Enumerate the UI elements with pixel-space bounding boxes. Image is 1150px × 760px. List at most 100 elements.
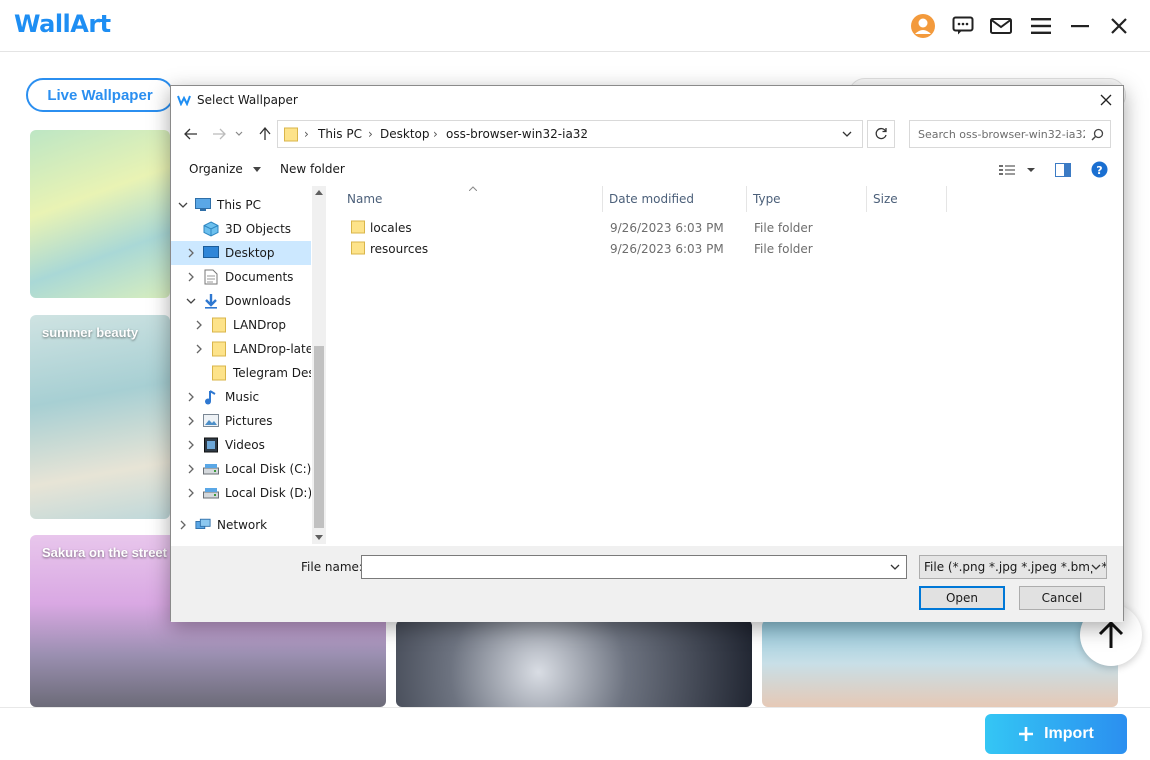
cancel-button[interactable]: Cancel	[1019, 586, 1105, 610]
file-type-select[interactable]: File (*.png *.jpg *.jpeg *.bmp *.	[919, 555, 1107, 579]
chevron-right-icon[interactable]	[185, 415, 197, 427]
file-name-field[interactable]	[361, 555, 907, 579]
tree-item-videos[interactable]: Videos	[171, 433, 311, 457]
chevron-right-icon[interactable]	[185, 487, 197, 499]
breadcrumb-desktop[interactable]: Desktop	[380, 127, 430, 141]
tree-item-documents[interactable]: Documents	[171, 265, 311, 289]
chevron-right-icon[interactable]	[185, 247, 197, 259]
dialog-title-bar: Select Wallpaper	[171, 86, 1123, 114]
chevron-right-icon[interactable]	[177, 519, 189, 531]
svg-text:?: ?	[1096, 164, 1102, 177]
drive-icon	[203, 461, 219, 477]
breadcrumb-this-pc[interactable]: This PC	[318, 127, 362, 141]
up-folder-arrow-icon[interactable]	[255, 124, 275, 144]
refresh-icon[interactable]	[867, 120, 895, 148]
back-arrow-icon[interactable]	[181, 124, 201, 144]
videos-icon	[203, 437, 219, 453]
tree-item-3d-objects[interactable]: 3D Objects	[171, 217, 311, 241]
new-folder-button[interactable]: New folder	[280, 162, 345, 176]
tree-item-downloads[interactable]: Downloads	[171, 289, 311, 313]
file-type: File folder	[754, 221, 813, 235]
feedback-icon[interactable]	[950, 13, 976, 39]
chevron-right-icon[interactable]	[193, 343, 205, 355]
chevron-right-icon[interactable]	[193, 319, 205, 331]
preview-pane-icon[interactable]	[1055, 163, 1071, 180]
file-row[interactable]: locales 9/26/2023 6:03 PM File folder	[329, 217, 1123, 238]
address-bar[interactable]: › This PC › Desktop › oss-browser-win32-…	[277, 120, 863, 148]
forward-arrow-icon[interactable]	[209, 124, 229, 144]
folder-search-box[interactable]	[909, 120, 1111, 148]
card-title: summer beauty	[42, 325, 139, 340]
navigation-tree: This PC 3D Objects Desktop Documents Downloa…	[171, 186, 311, 544]
tree-item-music[interactable]: Music	[171, 385, 311, 409]
tree-item-local-disk-d[interactable]: Local Disk (D:)	[171, 481, 311, 505]
tree-item-label: Documents	[225, 270, 294, 284]
scroll-up-arrow-icon[interactable]	[315, 190, 323, 195]
chevron-down-icon[interactable]	[185, 295, 197, 307]
chevron-down-icon	[252, 167, 261, 172]
breadcrumb-separator-icon: ›	[433, 127, 438, 141]
scroll-down-arrow-icon[interactable]	[315, 535, 323, 540]
tree-item-this-pc[interactable]: This PC	[171, 193, 311, 217]
file-date-modified: 9/26/2023 6:03 PM	[610, 221, 724, 235]
tree-scrollbar-thumb[interactable]	[314, 346, 324, 528]
search-icon	[1091, 128, 1104, 141]
recent-locations-chevron-icon[interactable]	[233, 124, 245, 144]
folder-search-input[interactable]	[910, 121, 1085, 147]
wallpaper-card-summer-beauty[interactable]: summer beauty	[30, 315, 170, 519]
tree-item-landrop[interactable]: LANDrop	[171, 313, 311, 337]
column-header-size[interactable]: Size	[867, 186, 947, 212]
file-row[interactable]: resources 9/26/2023 6:03 PM File folder	[329, 238, 1123, 259]
tree-item-local-disk-c[interactable]: Local Disk (C:)	[171, 457, 311, 481]
tree-scrollbar[interactable]	[312, 186, 326, 544]
tree-item-telegram-deskt[interactable]: Telegram Deskt	[171, 361, 311, 385]
cube-icon	[203, 221, 219, 237]
dialog-footer: File name: File (*.png *.jpg *.jpeg *.bm…	[171, 546, 1123, 622]
file-name-input[interactable]	[362, 556, 882, 578]
view-options-icon[interactable]	[999, 164, 1037, 179]
tree-item-label: Desktop	[225, 246, 275, 260]
dialog-close-icon[interactable]	[1097, 91, 1115, 109]
close-icon[interactable]	[1106, 13, 1132, 39]
app-logo: WallArt	[14, 10, 111, 38]
tree-item-desktop[interactable]: Desktop	[171, 241, 311, 265]
organize-menu[interactable]: Organize	[189, 162, 261, 176]
folder-icon	[351, 241, 365, 258]
chevron-right-icon[interactable]	[185, 463, 197, 475]
minimize-icon[interactable]	[1067, 13, 1093, 39]
column-header-date-modified[interactable]: Date modified	[603, 186, 747, 212]
folder-icon	[351, 220, 365, 237]
user-avatar-icon[interactable]	[910, 13, 936, 39]
breadcrumb-current-folder[interactable]: oss-browser-win32-ia32	[446, 127, 588, 141]
breadcrumb-separator-icon: ›	[368, 127, 373, 141]
plus-icon	[1019, 727, 1034, 741]
chevron-right-icon[interactable]	[185, 439, 197, 451]
column-header-name[interactable]: Name	[329, 186, 603, 212]
folder-icon	[211, 317, 227, 333]
card-title: Sakura on the street	[42, 545, 167, 560]
wallpaper-card-silver-hair[interactable]	[396, 620, 752, 707]
menu-icon[interactable]	[1028, 13, 1054, 39]
navigation-bar: › This PC › Desktop › oss-browser-win32-…	[171, 114, 1123, 154]
tree-item-landrop-lates[interactable]: LANDrop-lates	[171, 337, 311, 361]
import-button[interactable]: Import	[985, 714, 1127, 754]
tree-item-label: Music	[225, 390, 260, 404]
chevron-right-icon[interactable]	[185, 271, 197, 283]
document-icon	[203, 269, 219, 285]
bottom-bar	[0, 707, 1150, 760]
mail-icon[interactable]	[988, 13, 1014, 39]
tree-item-pictures[interactable]: Pictures	[171, 409, 311, 433]
chevron-right-icon[interactable]	[185, 391, 197, 403]
open-button[interactable]: Open	[919, 586, 1005, 610]
column-header-type[interactable]: Type	[747, 186, 867, 212]
chevron-down-icon[interactable]	[177, 199, 189, 211]
help-icon[interactable]: ?	[1091, 161, 1108, 181]
live-wallpaper-tab[interactable]: Live Wallpaper	[26, 78, 174, 112]
tree-item-label: Telegram Deskt	[233, 366, 311, 380]
tree-item-label: Local Disk (D:)	[225, 486, 311, 500]
address-dropdown-chevron-icon[interactable]	[842, 131, 852, 138]
wallpaper-card-koi-boy[interactable]	[762, 620, 1118, 707]
wallpaper-card-cats[interactable]	[30, 130, 170, 298]
chevron-down-icon[interactable]	[890, 564, 900, 571]
tree-item-network[interactable]: Network	[171, 513, 311, 537]
